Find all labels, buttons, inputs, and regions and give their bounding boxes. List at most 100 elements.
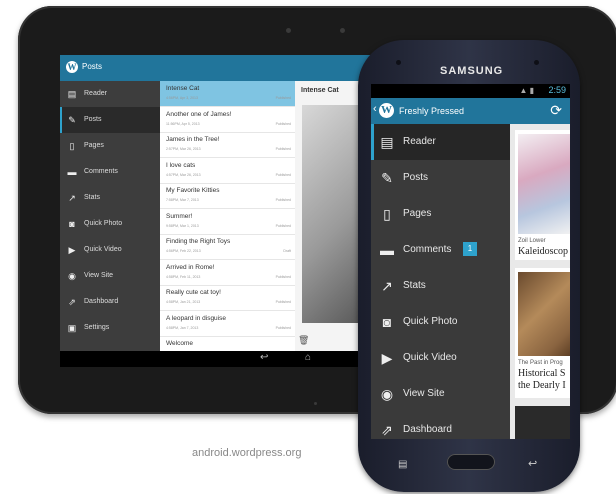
post-date: 4:58PM, Feb 11, 2013 (166, 274, 201, 279)
post-title: My Favorite Kitties (166, 187, 220, 194)
stats-icon: ↗ (381, 278, 393, 294)
sidebar-item-label: Posts (403, 172, 429, 183)
post-date: 11:56PM, Apr 5, 2013 (166, 121, 200, 126)
home-nav-icon[interactable]: ⌂ (305, 352, 311, 363)
sidebar-item-reader[interactable]: ▤ Reader (371, 124, 510, 160)
post-list-item[interactable]: Summer! 9:58PM, Mar 1, 2013 Published (160, 209, 295, 235)
sidebar-item-view-site[interactable]: ◉ View Site (371, 376, 510, 412)
post-status: Published (275, 198, 291, 202)
home-button[interactable] (447, 454, 495, 470)
sidebar-item-reader[interactable]: ▤ Reader (60, 81, 160, 107)
menu-key-icon[interactable]: ▤ (398, 459, 407, 470)
sidebar-item-dashboard[interactable]: ⇗ Dashboard (60, 289, 160, 315)
post-list-item[interactable]: Arrived in Rome! 4:58PM, Feb 11, 2013 Publ… (160, 260, 295, 286)
phone-camera (534, 60, 539, 65)
sidebar-item-quick-video[interactable]: ▶ Quick Video (371, 340, 510, 376)
back-key-icon[interactable]: ↩ (528, 457, 537, 470)
post-status: Published (275, 147, 291, 151)
card-title-line2: the Dearly I (518, 380, 566, 391)
post-list-item[interactable]: My Favorite Kitties 7:58PM, Mar 7, 2013 Pu… (160, 183, 295, 209)
sidebar-item-posts[interactable]: ✎ Posts (371, 160, 510, 196)
sidebar-item-stats[interactable]: ↗ Stats (371, 268, 510, 304)
tablet-dot (314, 402, 317, 405)
signal-icon: ▲ ▮ (519, 86, 534, 95)
dashboard-icon: ⇗ (68, 297, 76, 307)
sidebar-item-quick-photo[interactable]: ◙ Quick Photo (60, 211, 160, 237)
sidebar-item-posts[interactable]: ✎ Posts (60, 107, 160, 133)
post-status: Published (275, 223, 291, 228)
video-icon: ▶ (381, 350, 393, 366)
post-status: Published (275, 300, 291, 304)
comment-count-badge: 1 (463, 242, 477, 256)
card-image (518, 134, 570, 234)
post-card[interactable]: The Past in Prog Historical S the Dearly… (515, 268, 570, 398)
post-list-item[interactable]: Really cute cat toy! 4:58PM, Jan 21, 2013… (160, 285, 295, 311)
phone-sidebar: ▤ Reader ✎ Posts ▯ Pages ▬ Comments 1 ↗ Stats ◙ Quic… (371, 124, 510, 439)
post-list-item[interactable]: Welcome (160, 336, 295, 351)
sidebar-item-quick-video[interactable]: ▶ Quick Video (60, 237, 160, 263)
post-list-item[interactable]: Finding the Right Toys 4:56PM, Feb 22, 20… (160, 234, 295, 260)
reader-icon: ▤ (67, 89, 77, 99)
sidebar-item-label: Dashboard (84, 298, 119, 305)
post-title: Another one of James! (166, 110, 232, 118)
post-date: 7:58PM, Mar 7, 2013 (166, 198, 199, 202)
phone-page-title[interactable]: Freshly Pressed (399, 106, 464, 116)
sidebar-item-pages[interactable]: ▯ Pages (60, 133, 160, 159)
eye-icon: ◉ (380, 386, 394, 402)
post-list-item[interactable]: Intense Cat 4:56PM, Apr 3, 2013 Published (160, 81, 295, 107)
post-card[interactable]: Zoil Lower Kaleidoscop (515, 130, 570, 260)
post-title: Welcome (166, 340, 193, 347)
post-date: 4:57PM, Mar 26, 2013 (166, 172, 201, 177)
post-date: 4:58PM, Jan 21, 2013 (166, 300, 201, 304)
post-status: Draft (283, 249, 291, 253)
sidebar-item-label: Comments (403, 244, 452, 255)
sidebar-item-comments[interactable]: ▬ Comments 1 (371, 232, 510, 268)
post-detail-title: Intense Cat (301, 87, 339, 94)
card-image (518, 272, 570, 356)
sidebar-item-comments[interactable]: ▬ Comments (60, 159, 160, 185)
eye-icon: ◉ (68, 271, 76, 281)
post-status: Published (275, 325, 291, 330)
post-title: Arrived in Rome! (166, 263, 215, 271)
sidebar-item-pages[interactable]: ▯ Pages (371, 196, 510, 232)
card-caption: The Past in Prog (518, 360, 563, 366)
sidebar-item-label: Stats (84, 194, 100, 201)
sidebar-item-label: View Site (403, 388, 445, 399)
post-list-item[interactable]: I love cats 4:57PM, Mar 26, 2013 Published (160, 158, 295, 184)
sidebar-item-label: Pages (84, 142, 104, 149)
card-title: Kaleidoscop (518, 246, 568, 257)
sidebar-item-view-site[interactable]: ◉ View Site (60, 263, 160, 289)
sidebar-item-label: Reader (84, 90, 107, 97)
tablet-sensor (340, 28, 345, 33)
post-card[interactable] (515, 406, 570, 439)
sidebar-item-settings[interactable]: ▣ Settings (60, 315, 160, 341)
post-list-item[interactable]: Another one of James! 11:56PM, Apr 5, 201… (160, 107, 295, 133)
pages-icon: ▯ (383, 206, 391, 222)
post-title: A leopard in disguise (166, 314, 226, 322)
post-title: Intense Cat (166, 85, 200, 92)
sidebar-item-quick-photo[interactable]: ◙ Quick Photo (371, 304, 510, 340)
trash-icon[interactable]: 🗑 (298, 335, 309, 346)
post-date: 4:58PM, Jan 7, 2013 (166, 325, 199, 330)
post-status: Published (275, 274, 291, 279)
back-caret-icon[interactable]: ‹ (373, 103, 377, 115)
pages-icon: ▯ (69, 141, 75, 151)
refresh-icon[interactable]: ⟳ (550, 102, 562, 119)
card-title: Historical S (518, 368, 566, 379)
stats-icon: ↗ (68, 193, 76, 203)
tablet-camera (286, 28, 291, 33)
post-list-item[interactable]: A leopard in disguise 4:58PM, Jan 7, 2013… (160, 311, 295, 337)
camera-icon: ◙ (382, 314, 392, 330)
sidebar-item-label: Quick Video (403, 352, 457, 363)
post-list-item[interactable]: James in the Tree! 2:57PM, Mar 26, 2013 Pu… (160, 132, 295, 158)
site-url: android.wordpress.org (192, 447, 302, 459)
camera-icon: ◙ (69, 219, 75, 229)
wordpress-logo-icon[interactable]: W (379, 103, 394, 118)
wordpress-logo-icon[interactable]: W (66, 61, 78, 73)
status-time: 2:59 (548, 85, 566, 95)
post-title: I love cats (166, 161, 196, 169)
sidebar-item-dashboard[interactable]: ⇗ Dashboard (371, 412, 510, 439)
post-status: Published (275, 96, 291, 100)
back-nav-icon[interactable]: ↩ (260, 352, 268, 363)
sidebar-item-stats[interactable]: ↗ Stats (60, 185, 160, 211)
